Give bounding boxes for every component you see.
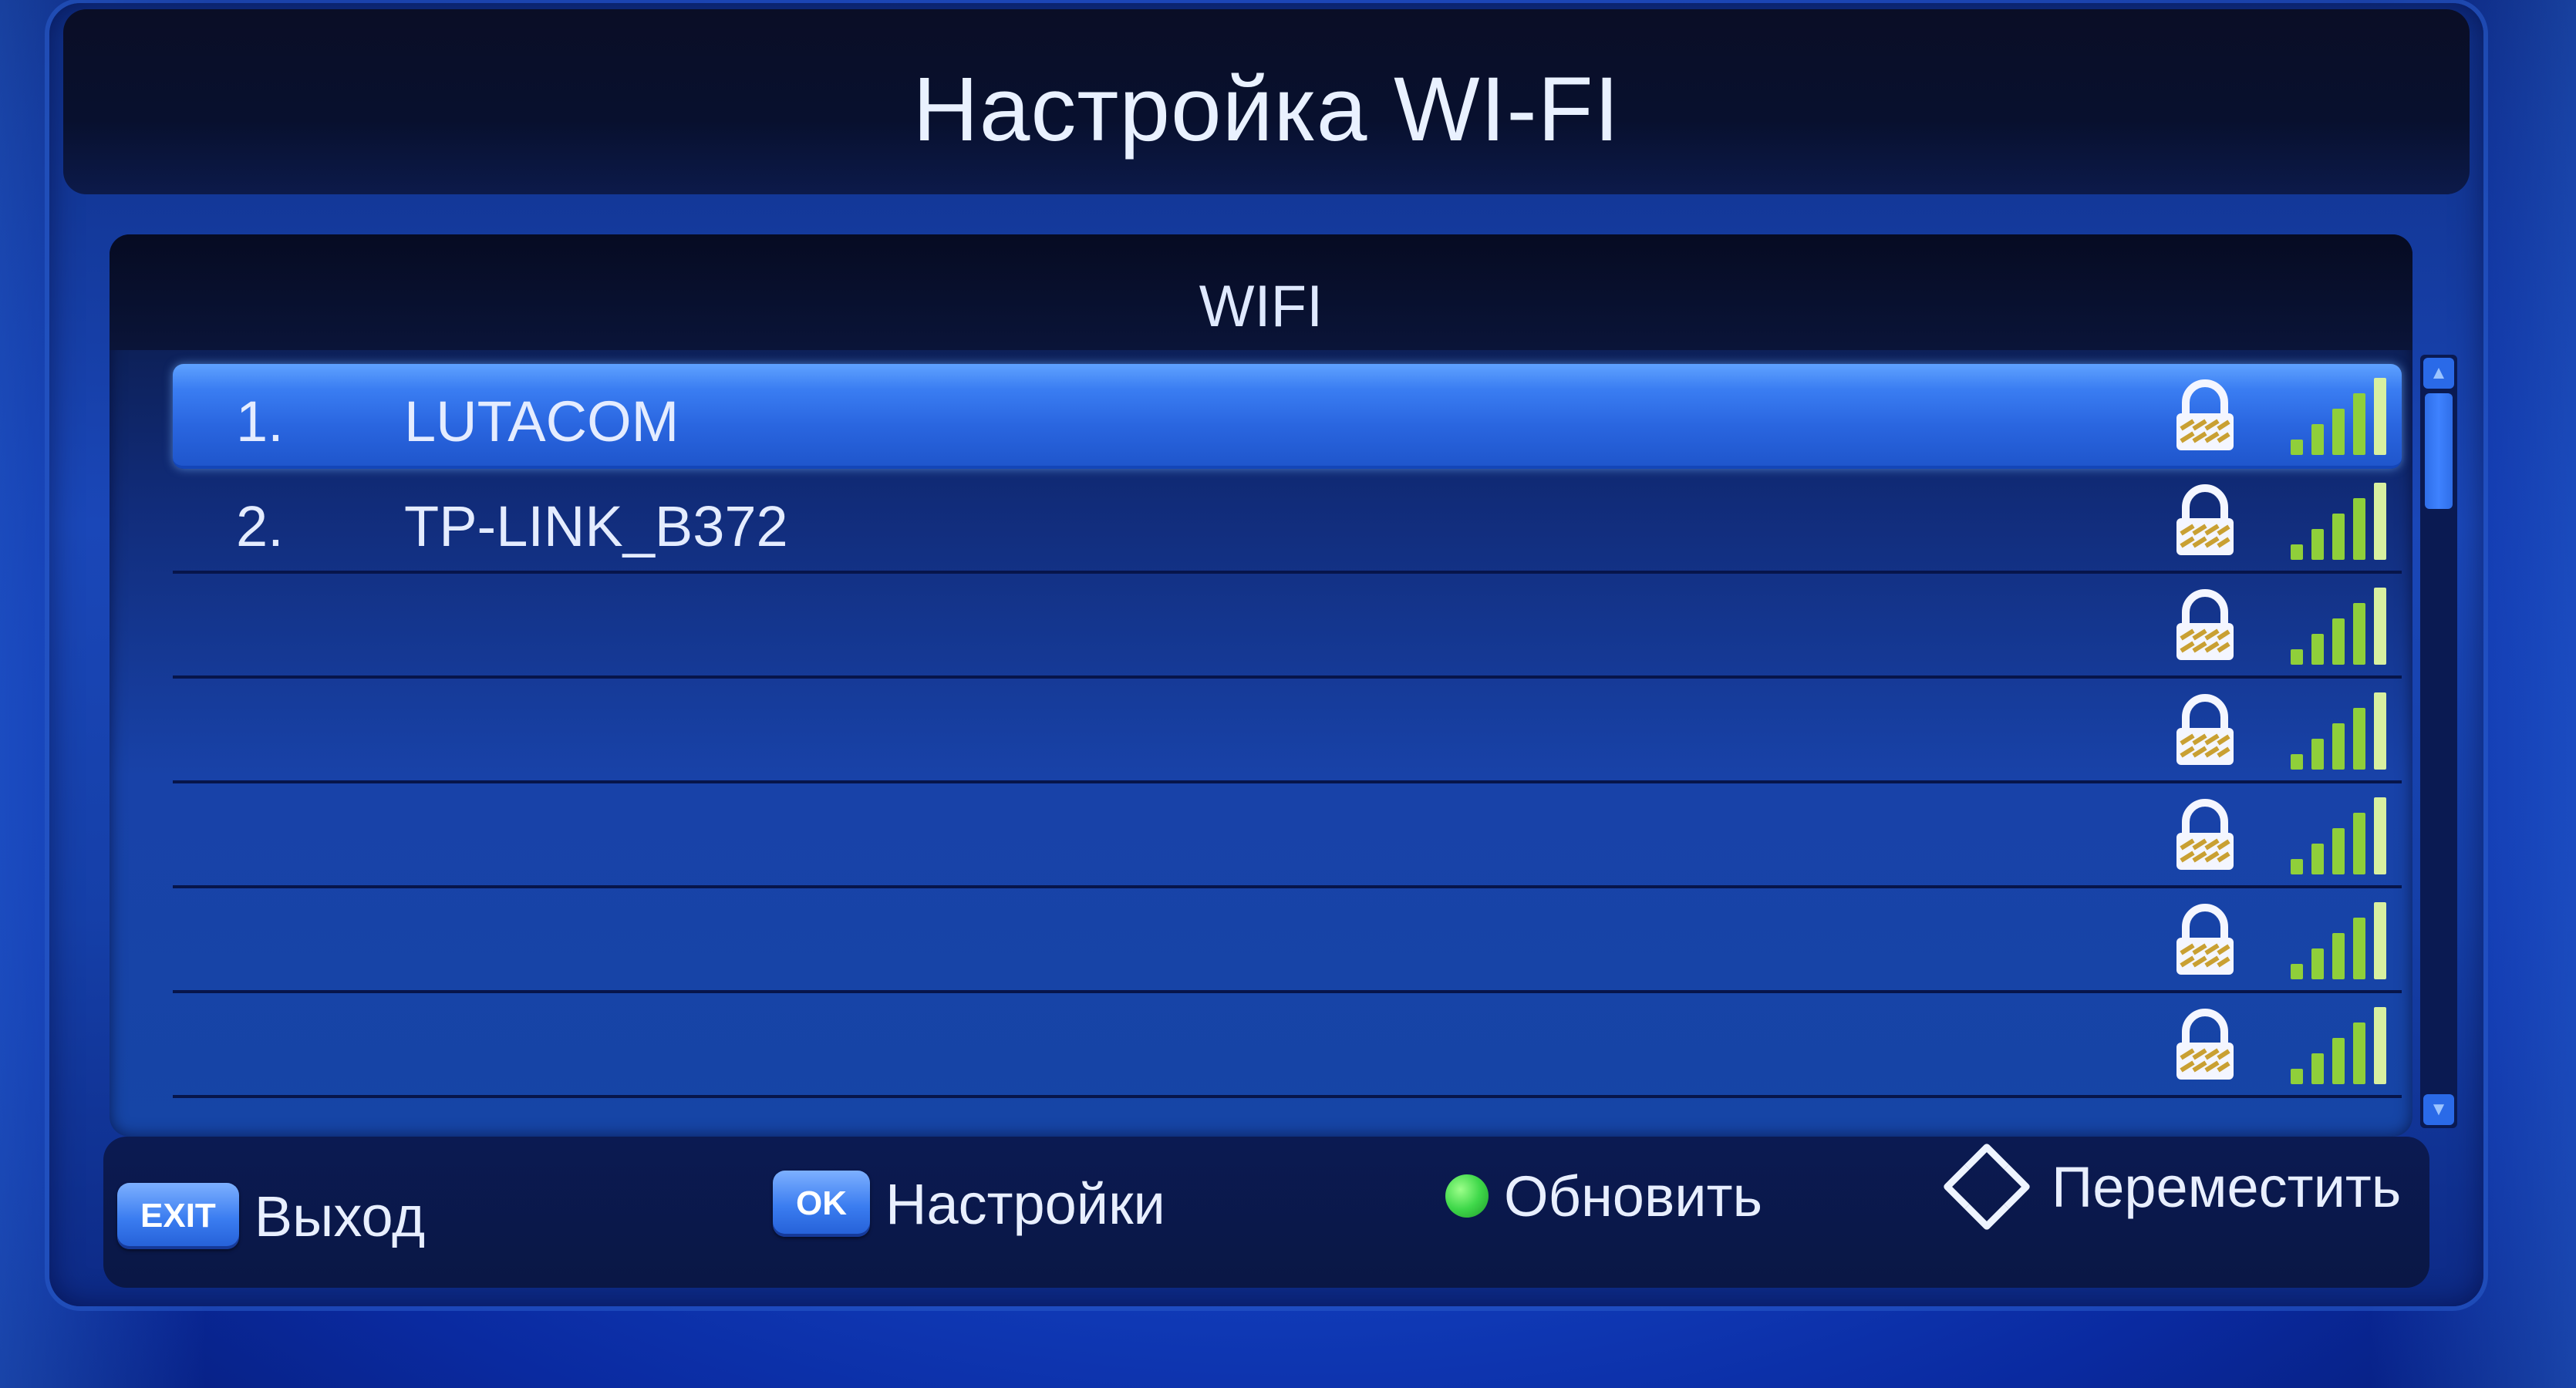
signal-bar <box>2332 933 2345 979</box>
ok-key-button[interactable]: OK <box>773 1171 870 1237</box>
signal-bar <box>2374 378 2386 455</box>
signal-bar <box>2353 918 2365 979</box>
network-row[interactable] <box>173 888 2402 993</box>
footer-hints: EXIT Выход OK Настройки Обновить Перемес… <box>103 1137 2429 1288</box>
signal-bar <box>2311 739 2324 770</box>
network-number: 2. <box>236 494 284 558</box>
signal-bar <box>2353 498 2365 560</box>
signal-bar <box>2374 797 2386 874</box>
signal-bar <box>2291 964 2303 979</box>
lock-icon <box>2176 1009 2234 1080</box>
signal-strength-icon <box>2291 797 2386 874</box>
signal-bar <box>2332 1038 2345 1084</box>
exit-label: Выход <box>254 1184 426 1248</box>
lock-icon <box>2176 379 2234 450</box>
wifi-settings-window: Настройка WI-FI WIFI 1. LUTACOM 2. TP-LINK_… <box>49 3 2483 1306</box>
signal-bar <box>2374 902 2386 979</box>
green-dot-icon <box>1445 1174 1489 1218</box>
signal-bar <box>2353 603 2365 665</box>
scrollbar[interactable]: ▲ ▼ <box>2420 355 2457 1128</box>
signal-bar <box>2353 1022 2365 1084</box>
ok-label: Настройки <box>885 1171 1165 1236</box>
network-list: 1. LUTACOM 2. TP-LINK_B372 <box>173 364 2402 1098</box>
scroll-thumb[interactable] <box>2425 393 2453 509</box>
scroll-down-arrow-icon[interactable]: ▼ <box>2423 1094 2454 1125</box>
signal-bar <box>2311 1053 2324 1084</box>
signal-bar <box>2291 1069 2303 1084</box>
network-list-panel: WIFI 1. LUTACOM 2. TP-LINK_B372 ▲ ▼ <box>110 234 2457 1137</box>
lock-icon <box>2176 799 2234 870</box>
signal-bar <box>2374 588 2386 665</box>
signal-bar <box>2332 723 2345 770</box>
network-name: LUTACOM <box>404 389 679 453</box>
signal-strength-icon <box>2291 692 2386 770</box>
signal-bar <box>2291 440 2303 455</box>
signal-bar <box>2332 618 2345 665</box>
refresh-label: Обновить <box>1504 1164 1763 1228</box>
lock-icon <box>2176 484 2234 555</box>
ok-hint[interactable]: OK Настройки <box>773 1161 1165 1246</box>
signal-bar <box>2374 1007 2386 1084</box>
move-hint[interactable]: Переместить <box>1937 1144 2402 1230</box>
title-bar: Настройка WI-FI <box>63 9 2470 194</box>
network-row[interactable]: 2. TP-LINK_B372 <box>173 469 2402 574</box>
signal-bar <box>2332 514 2345 560</box>
signal-strength-icon <box>2291 588 2386 665</box>
signal-bar <box>2353 813 2365 874</box>
signal-bar <box>2291 754 2303 770</box>
signal-bar <box>2311 424 2324 455</box>
signal-bar <box>2332 409 2345 455</box>
exit-key-button[interactable]: EXIT <box>117 1183 239 1249</box>
signal-bar <box>2332 828 2345 874</box>
signal-bar <box>2291 544 2303 560</box>
network-row[interactable] <box>173 993 2402 1098</box>
signal-bar <box>2291 859 2303 874</box>
list-header-label: WIFI <box>1199 274 1323 339</box>
signal-strength-icon <box>2291 1007 2386 1084</box>
network-row[interactable] <box>173 783 2402 888</box>
network-row[interactable] <box>173 679 2402 783</box>
signal-bar <box>2311 948 2324 979</box>
scroll-up-arrow-icon[interactable]: ▲ <box>2423 358 2454 389</box>
signal-bar <box>2374 692 2386 770</box>
network-name: TP-LINK_B372 <box>404 494 788 558</box>
signal-bar <box>2291 649 2303 665</box>
network-row[interactable]: 1. LUTACOM <box>173 364 2402 469</box>
signal-bar <box>2374 483 2386 560</box>
lock-icon <box>2176 589 2234 660</box>
exit-hint[interactable]: EXIT Выход <box>117 1174 425 1258</box>
signal-bar <box>2353 393 2365 455</box>
signal-bar <box>2311 634 2324 665</box>
signal-strength-icon <box>2291 902 2386 979</box>
signal-strength-icon <box>2291 378 2386 455</box>
lock-icon <box>2176 904 2234 975</box>
refresh-hint[interactable]: Обновить <box>1445 1154 1762 1238</box>
lock-icon <box>2176 694 2234 765</box>
network-row[interactable] <box>173 574 2402 679</box>
network-number: 1. <box>236 389 284 453</box>
signal-bar <box>2311 529 2324 560</box>
list-header: WIFI <box>110 234 2412 350</box>
directional-arrows-icon <box>1944 1144 2030 1230</box>
page-title: Настройка WI-FI <box>912 59 1620 160</box>
signal-bar <box>2353 708 2365 770</box>
signal-strength-icon <box>2291 483 2386 560</box>
move-label: Переместить <box>2052 1154 2402 1219</box>
signal-bar <box>2311 844 2324 874</box>
